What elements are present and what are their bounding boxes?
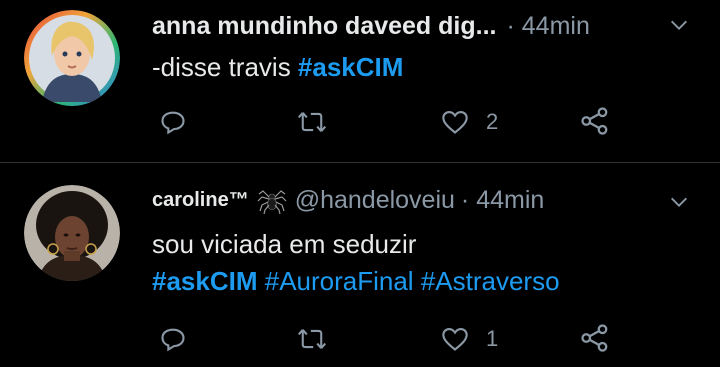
reply-icon <box>161 111 185 135</box>
tweet-text: -disse travis #askCIM <box>152 47 403 88</box>
tweet-text: sou viciada em seduzir <box>152 224 416 265</box>
hashtag-astraverso[interactable]: #Astraverso <box>421 266 560 296</box>
tweet-header: caroline™ @handeloveiu · 44min <box>152 183 544 217</box>
share-button[interactable] <box>580 323 610 353</box>
hashtag-askcim[interactable]: #askCIM <box>152 266 258 296</box>
chevron-down-icon[interactable] <box>668 191 690 213</box>
like-count: 1 <box>486 326 499 351</box>
hashtag-aurorafinal[interactable]: #AuroraFinal <box>265 266 414 296</box>
reply-button[interactable] <box>159 108 187 136</box>
retweet-button[interactable] <box>297 108 327 136</box>
tweet-text-body: -disse travis <box>152 52 298 82</box>
like-button[interactable]: 2 <box>440 108 498 136</box>
avatar[interactable] <box>24 10 120 106</box>
timestamp[interactable]: · 44min <box>461 186 544 215</box>
avatar[interactable] <box>24 185 120 281</box>
author-name[interactable]: anna mundinho daveed dig... <box>152 12 496 41</box>
share-icon <box>581 324 608 352</box>
tweet-2[interactable]: caroline™ @handeloveiu · 44min sou vicia… <box>0 163 720 367</box>
author-handle[interactable]: @handeloveiu <box>295 186 455 215</box>
timestamp[interactable]: · 44min <box>506 12 589 41</box>
reply-icon <box>161 328 185 352</box>
retweet-button[interactable] <box>297 325 327 353</box>
heart-icon <box>442 111 468 134</box>
heart-icon <box>442 328 468 351</box>
share-icon <box>581 107 608 135</box>
retweet-icon <box>297 329 327 349</box>
chevron-down-icon[interactable] <box>668 14 690 36</box>
like-button[interactable]: 1 <box>440 325 498 353</box>
tweet-hashtags: #askCIM #AuroraFinal #Astraverso <box>152 261 560 302</box>
spider-icon <box>257 190 287 215</box>
retweet-icon <box>297 112 327 132</box>
like-count: 2 <box>486 109 499 134</box>
reply-button[interactable] <box>159 325 187 353</box>
tweet-1[interactable]: anna mundinho daveed dig... · 44min -dis… <box>0 0 720 162</box>
author-name[interactable]: caroline™ <box>152 189 249 212</box>
share-button[interactable] <box>580 106 610 136</box>
tweet-header: anna mundinho daveed dig... · 44min <box>152 9 590 43</box>
tweet-text-body: sou viciada em seduzir <box>152 229 417 259</box>
hashtag-askcim[interactable]: #askCIM <box>298 52 404 82</box>
